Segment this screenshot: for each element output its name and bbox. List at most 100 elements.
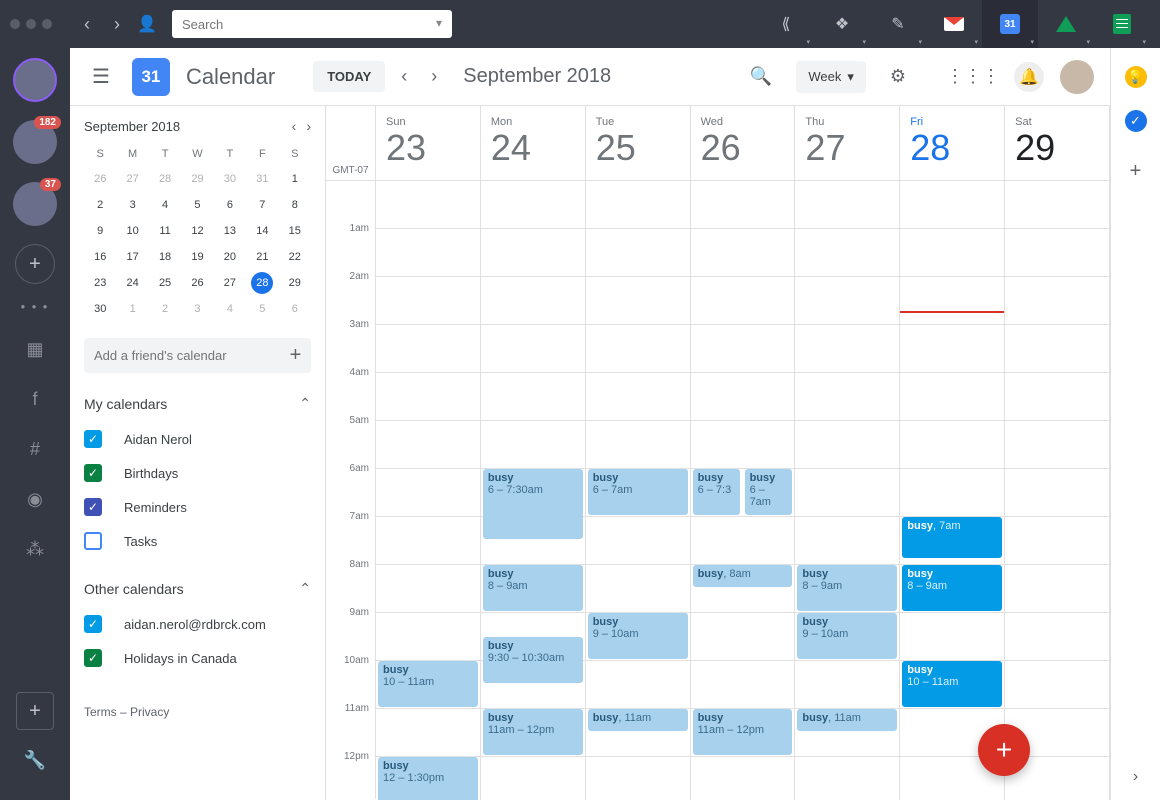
- account-avatar[interactable]: [1060, 60, 1094, 94]
- day-header-cell[interactable]: Wed26: [691, 106, 796, 180]
- calendar-event[interactable]: busy6 – 7:3: [693, 469, 741, 515]
- calendar-event[interactable]: busy6 – 7am: [588, 469, 688, 515]
- mini-day[interactable]: 27: [214, 272, 246, 294]
- day-header-cell[interactable]: Fri28: [900, 106, 1005, 180]
- mini-day[interactable]: 8: [279, 194, 311, 216]
- mini-day[interactable]: 4: [149, 194, 181, 216]
- calendar-event[interactable]: busy8 – 9am: [902, 565, 1002, 611]
- rail-more-icon[interactable]: ● ● ●: [21, 302, 50, 311]
- mini-day[interactable]: 1: [116, 298, 148, 320]
- mini-day[interactable]: 26: [84, 168, 116, 190]
- prev-period-icon[interactable]: ‹: [393, 60, 415, 93]
- calendar-list-item[interactable]: Birthdays: [84, 456, 311, 490]
- mini-day[interactable]: 22: [279, 246, 311, 268]
- mini-day[interactable]: 28: [251, 272, 273, 294]
- mini-day[interactable]: 21: [246, 246, 278, 268]
- calendar-event[interactable]: busy10 – 11am: [902, 661, 1002, 707]
- slack-icon[interactable]: #: [15, 429, 55, 469]
- mini-day[interactable]: 28: [149, 168, 181, 190]
- google-calendar-icon[interactable]: 31▾: [982, 0, 1038, 48]
- search-input[interactable]: [172, 10, 452, 38]
- mini-day[interactable]: 2: [149, 298, 181, 320]
- calendar-event[interactable]: busy, 7am: [902, 517, 1002, 558]
- calendar-event[interactable]: busy8 – 9am: [483, 565, 583, 611]
- nav-back-icon[interactable]: ‹: [72, 14, 102, 35]
- mini-calendar[interactable]: SMTWTFS262728293031123456789101112131415…: [84, 144, 311, 320]
- calendar-event[interactable]: busy9 – 10am: [797, 613, 897, 659]
- checkbox-icon[interactable]: [84, 498, 102, 516]
- calendar-event[interactable]: busy, 11am: [588, 709, 688, 731]
- search-icon[interactable]: 🔍: [744, 60, 778, 93]
- mini-day[interactable]: 12: [181, 220, 213, 242]
- mini-day[interactable]: 27: [116, 168, 148, 190]
- incognito-icon[interactable]: 👤: [132, 14, 162, 34]
- calendar-event[interactable]: busy6 – 7am: [745, 469, 793, 515]
- mini-day[interactable]: 14: [246, 220, 278, 242]
- mini-next-icon[interactable]: ›: [306, 118, 311, 134]
- mini-day[interactable]: 16: [84, 246, 116, 268]
- gear-icon[interactable]: ⚙: [884, 60, 912, 93]
- calendar-event[interactable]: busy11am – 12pm: [693, 709, 793, 755]
- search-dropdown-icon[interactable]: ▾: [436, 16, 442, 30]
- google-apps-icon[interactable]: ⋮⋮⋮: [940, 60, 1006, 93]
- calendar-event[interactable]: busy9:30 – 10:30am: [483, 637, 583, 683]
- workspace-avatar-1[interactable]: [13, 58, 57, 102]
- mini-day[interactable]: 30: [214, 168, 246, 190]
- mini-day[interactable]: 9: [84, 220, 116, 242]
- terms-link[interactable]: Terms: [84, 705, 117, 719]
- edit-icon[interactable]: ✎▾: [870, 0, 926, 48]
- add-friend-input[interactable]: [84, 338, 280, 373]
- facebook-icon[interactable]: f: [15, 379, 55, 419]
- mini-day[interactable]: 24: [116, 272, 148, 294]
- calendar-event[interactable]: busy9 – 10am: [588, 613, 688, 659]
- mini-day[interactable]: 13: [214, 220, 246, 242]
- settings-wrench-icon[interactable]: 🔧: [15, 740, 55, 780]
- mini-day[interactable]: 25: [149, 272, 181, 294]
- mini-day[interactable]: 18: [149, 246, 181, 268]
- day-header-cell[interactable]: Mon24: [481, 106, 586, 180]
- calendar-event[interactable]: busy, 11am: [797, 709, 897, 731]
- mini-prev-icon[interactable]: ‹: [292, 118, 297, 134]
- mini-day[interactable]: 6: [214, 194, 246, 216]
- gmail-icon[interactable]: ▾: [926, 0, 982, 48]
- mini-day[interactable]: 5: [181, 194, 213, 216]
- day-header-cell[interactable]: Thu27: [795, 106, 900, 180]
- calendar-list-item[interactable]: Aidan Nerol: [84, 422, 311, 456]
- google-sheets-icon[interactable]: ▾: [1094, 0, 1150, 48]
- mini-day[interactable]: 2: [84, 194, 116, 216]
- mini-day[interactable]: 17: [116, 246, 148, 268]
- calendar-event[interactable]: busy10 – 11am: [378, 661, 478, 707]
- notifications-icon[interactable]: 🔔: [1014, 62, 1044, 92]
- workspace-avatar-3[interactable]: 37: [13, 182, 57, 226]
- calendar-list-item[interactable]: Holidays in Canada: [84, 641, 311, 675]
- tasks-icon[interactable]: ✓: [1125, 110, 1147, 132]
- mini-day[interactable]: 3: [181, 298, 213, 320]
- create-event-fab[interactable]: +: [978, 724, 1030, 776]
- mini-day[interactable]: 29: [181, 168, 213, 190]
- mini-day[interactable]: 15: [279, 220, 311, 242]
- checkbox-icon[interactable]: [84, 615, 102, 633]
- trello-icon[interactable]: ▦: [15, 329, 55, 369]
- mini-day[interactable]: 4: [214, 298, 246, 320]
- mini-day[interactable]: 11: [149, 220, 181, 242]
- layers-icon[interactable]: ❖▾: [814, 0, 870, 48]
- menu-icon[interactable]: ☰: [86, 58, 116, 95]
- nav-forward-icon[interactable]: ›: [102, 14, 132, 35]
- mini-day[interactable]: 30: [84, 298, 116, 320]
- add-friend-button[interactable]: +: [280, 344, 311, 367]
- calendar-list-item[interactable]: aidan.nerol@rdbrck.com: [84, 607, 311, 641]
- mini-day[interactable]: 7: [246, 194, 278, 216]
- checkbox-icon[interactable]: [84, 649, 102, 667]
- keep-icon[interactable]: 💡: [1125, 66, 1147, 88]
- my-calendars-header[interactable]: My calendars⌃: [84, 395, 311, 412]
- asana-icon[interactable]: ⁂: [15, 529, 55, 569]
- other-calendars-header[interactable]: Other calendars⌃: [84, 580, 311, 597]
- add-workspace-button[interactable]: +: [15, 244, 55, 284]
- mini-day[interactable]: 3: [116, 194, 148, 216]
- calendar-list-item[interactable]: Tasks: [84, 524, 311, 558]
- checkbox-icon[interactable]: [84, 532, 102, 550]
- today-button[interactable]: TODAY: [313, 61, 385, 92]
- calendar-event[interactable]: busy11am – 12pm: [483, 709, 583, 755]
- week-grid-scroll[interactable]: 1am2am3am4am5am6am7am8am9am10am11am12pm …: [326, 181, 1110, 800]
- share-icon[interactable]: ⟪▾: [758, 0, 814, 48]
